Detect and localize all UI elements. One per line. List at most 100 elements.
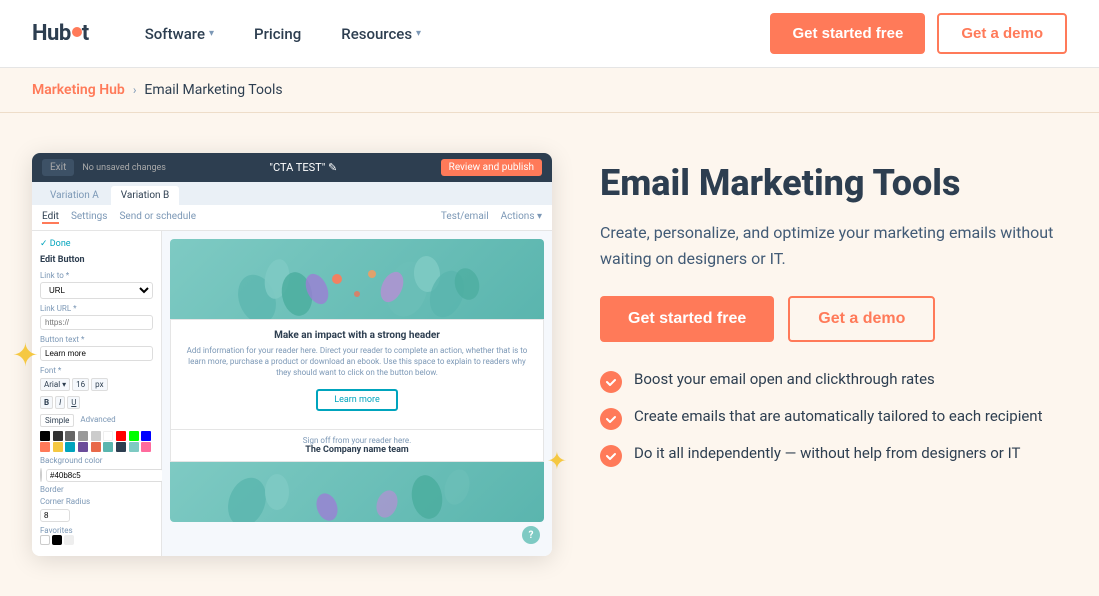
color-blue[interactable]: [141, 431, 151, 441]
nav-resources[interactable]: Resources ▾: [325, 17, 437, 51]
color-mid[interactable]: [65, 431, 75, 441]
mockup-subnav: Edit Settings Send or schedule Test/emai…: [32, 205, 552, 231]
color-purple[interactable]: [78, 442, 88, 452]
color-dark[interactable]: [53, 431, 63, 441]
mockup-link-to-select[interactable]: URL: [40, 282, 153, 299]
mockup-font-size[interactable]: 16: [72, 378, 89, 391]
mockup-bottom-bar: ?: [162, 530, 552, 556]
email-content-box: Make an impact with a strong header Add …: [170, 319, 544, 430]
mockup-sidebar-title: Edit Button: [40, 255, 153, 265]
mockup-bg-color-input[interactable]: [46, 469, 164, 482]
fav-color-black[interactable]: [52, 535, 62, 545]
email-signoff-text: Sign off from your reader here.: [177, 436, 537, 445]
mockup-link-url-input[interactable]: [40, 315, 153, 330]
color-salmon[interactable]: [91, 442, 101, 452]
mockup-bg-color-swatch[interactable]: [40, 468, 42, 482]
color-navy[interactable]: [116, 442, 126, 452]
mockup-review-button[interactable]: Review and publish: [441, 159, 542, 176]
color-yellow[interactable]: [53, 442, 63, 452]
mockup-tab-variation-a[interactable]: Variation A: [40, 186, 109, 205]
mockup-exit-button[interactable]: Exit: [42, 159, 74, 176]
mockup-link-url-label: Link URL *: [40, 304, 153, 313]
mockup-container: ✦ ✦ Exit No unsaved changes "CTA TEST" ✎…: [32, 153, 552, 556]
nav-software[interactable]: Software ▾: [129, 17, 230, 51]
breadcrumb-current: Email Marketing Tools: [144, 82, 282, 98]
mockup-subnav-actions[interactable]: Actions ▾: [501, 211, 542, 224]
mockup-border-label: Border: [40, 485, 64, 494]
page-title: Email Marketing Tools: [600, 163, 1067, 204]
mockup-topbar: Exit No unsaved changes "CTA TEST" ✎ Rev…: [32, 153, 552, 182]
mockup-corner-label: Corner Radius: [40, 497, 90, 506]
main-content: ✦ ✦ Exit No unsaved changes "CTA TEST" ✎…: [0, 113, 1099, 596]
mockup-link-url-field: Link URL *: [40, 304, 153, 335]
fav-color-light[interactable]: [64, 535, 74, 545]
mockup-unsaved: No unsaved changes: [82, 163, 166, 173]
nav-links: Software ▾ Pricing Resources ▾: [129, 17, 771, 51]
breadcrumb: Marketing Hub › Email Marketing Tools: [32, 82, 1067, 98]
mockup-tab-variation-b[interactable]: Variation B: [111, 186, 179, 205]
nav-get-demo-button[interactable]: Get a demo: [937, 13, 1067, 54]
star-decoration-right: ✦: [547, 447, 567, 475]
mockup-corner-input[interactable]: [40, 509, 70, 522]
color-sky[interactable]: [129, 442, 139, 452]
mockup-simple-advanced-tabs: Simple Advanced: [40, 414, 153, 427]
color-orange[interactable]: [40, 442, 50, 452]
mockup-font-style-controls: B I U: [40, 396, 153, 409]
color-black[interactable]: [40, 431, 50, 441]
hero-get-demo-button[interactable]: Get a demo: [788, 296, 935, 342]
logo-text: Hubt: [32, 21, 89, 46]
nav-get-started-button[interactable]: Get started free: [770, 13, 925, 54]
color-light[interactable]: [78, 431, 88, 441]
mockup-subnav-send[interactable]: Send or schedule: [119, 211, 196, 224]
mockup-italic-button[interactable]: I: [55, 396, 65, 409]
chevron-down-icon: ▾: [209, 28, 214, 39]
chevron-down-icon: ▾: [416, 28, 421, 39]
mockup-subnav-settings[interactable]: Settings: [71, 211, 108, 224]
mockup-font-family[interactable]: Arial ▾: [40, 378, 70, 391]
mockup-done-button[interactable]: ✓ Done: [40, 239, 153, 249]
fav-color-white[interactable]: [40, 535, 50, 545]
color-red[interactable]: [116, 431, 126, 441]
email-plants-top: [170, 239, 544, 319]
email-learn-more-button[interactable]: Learn more: [316, 389, 398, 411]
color-mint[interactable]: [103, 442, 113, 452]
breadcrumb-parent[interactable]: Marketing Hub: [32, 82, 125, 98]
mockup-border-row: Border: [40, 485, 153, 494]
feature-text-2: Create emails that are automatically tai…: [634, 407, 1043, 425]
logo[interactable]: Hubt: [32, 21, 89, 46]
logo-spot: [72, 27, 82, 37]
feature-text-1: Boost your email open and clickthrough r…: [634, 370, 935, 388]
mockup-bold-button[interactable]: B: [40, 396, 53, 409]
email-header-text: Make an impact with a strong header: [183, 330, 531, 341]
mockup-email-preview-area: Make an impact with a strong header Add …: [162, 231, 552, 556]
mockup-favorites-label: Favorites: [40, 526, 73, 535]
color-teal[interactable]: [65, 442, 75, 452]
color-white[interactable]: [103, 431, 113, 441]
nav-pricing[interactable]: Pricing: [238, 17, 317, 51]
mockup-subnav-test[interactable]: Test/email: [441, 211, 489, 224]
mockup-variation-tabs: Variation A Variation B: [32, 182, 552, 205]
color-lighter[interactable]: [91, 431, 101, 441]
plants-top-svg: [170, 239, 544, 319]
mockup-simple-tab[interactable]: Simple: [40, 414, 74, 427]
mockup-bg-color-row: Background color: [40, 456, 153, 465]
color-green[interactable]: [129, 431, 139, 441]
mockup-font-size-unit: px: [91, 378, 107, 391]
mockup-body: ✓ Done Edit Button Link to * URL Link UR…: [32, 231, 552, 556]
plants-bottom-svg: [170, 462, 544, 522]
mockup-subnav-edit[interactable]: Edit: [42, 211, 59, 224]
hero-get-started-button[interactable]: Get started free: [600, 296, 774, 342]
mockup-help-button[interactable]: ?: [522, 526, 540, 544]
mockup-corner-input-row: [40, 509, 153, 522]
cta-buttons: Get started free Get a demo: [600, 296, 1067, 342]
mockup-link-to-label: Link to *: [40, 271, 153, 280]
color-picker-grid[interactable]: [40, 431, 153, 452]
breadcrumb-separator: ›: [133, 83, 137, 97]
feature-text-3: Do it all independently — without help f…: [634, 444, 1020, 462]
mockup-underline-button[interactable]: U: [67, 396, 80, 409]
mockup-button-text-input[interactable]: [40, 346, 153, 361]
breadcrumb-bar: Marketing Hub › Email Marketing Tools: [0, 68, 1099, 113]
check-icon-2: [600, 408, 622, 430]
mockup-advanced-tab[interactable]: Advanced: [76, 414, 119, 427]
color-pink[interactable]: [141, 442, 151, 452]
